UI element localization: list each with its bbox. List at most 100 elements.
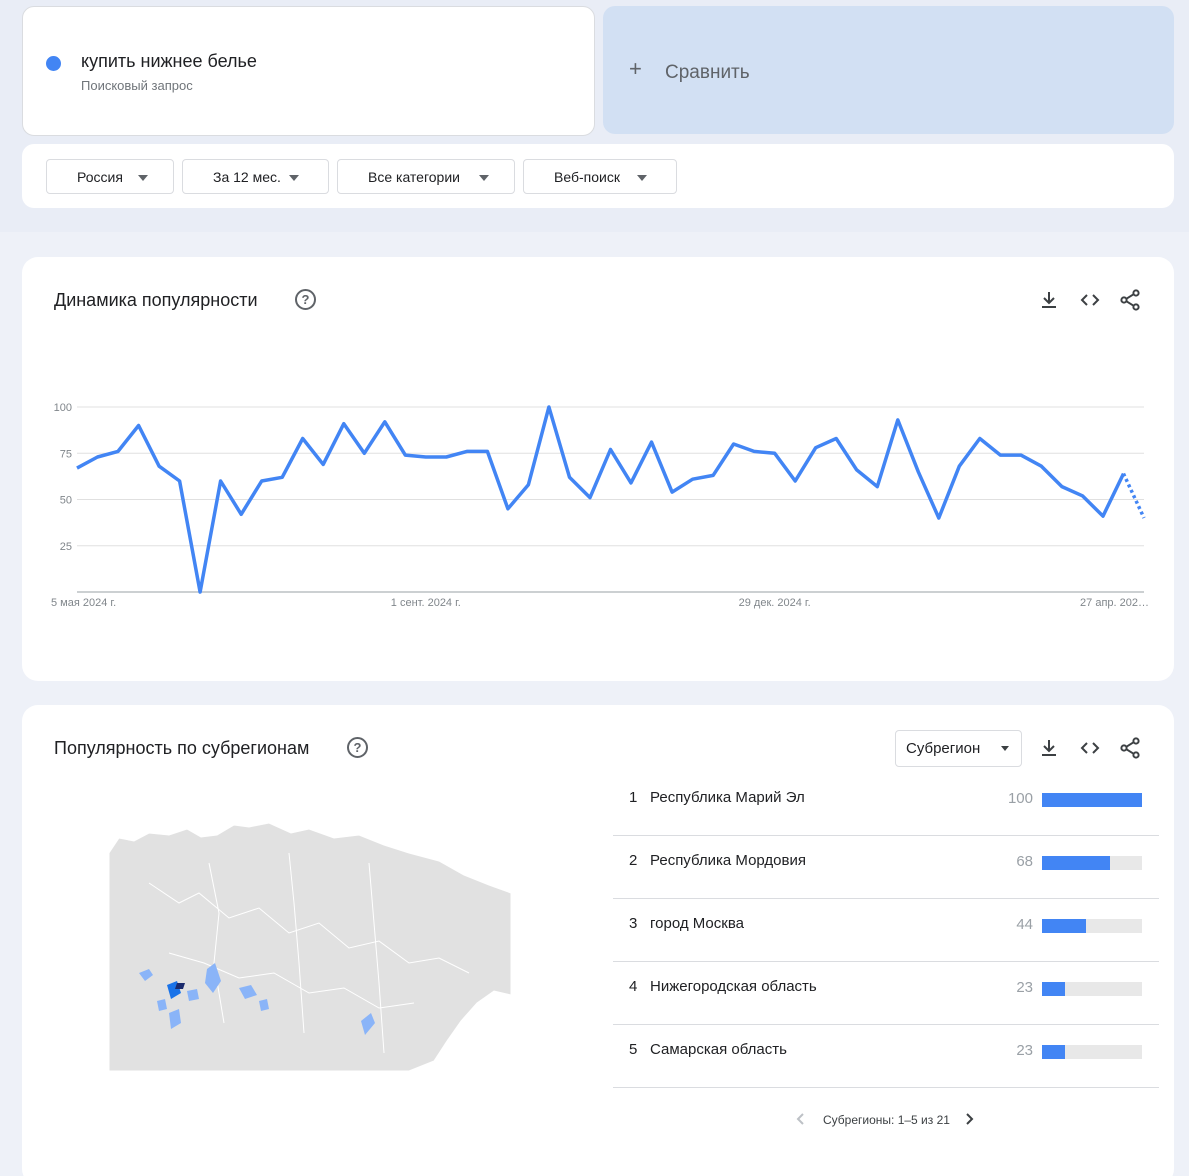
chevron-left-icon[interactable] [794, 1111, 808, 1127]
filter-category[interactable]: Все категории [337, 159, 515, 194]
search-term-type: Поисковый запрос [81, 78, 193, 93]
subregion-name: Самарская область [650, 1041, 787, 1058]
data-point[interactable] [752, 449, 756, 453]
data-point[interactable] [383, 420, 387, 424]
data-point[interactable] [772, 451, 776, 455]
data-point[interactable] [547, 405, 551, 409]
subregion-name: Республика Марий Эл [650, 789, 805, 806]
data-point[interactable] [198, 590, 202, 594]
subregion-dropdown-label: Субрегион [906, 740, 981, 757]
data-point[interactable] [649, 440, 653, 444]
data-point[interactable] [875, 484, 879, 488]
data-point[interactable] [362, 451, 366, 455]
subregion-map[interactable] [109, 823, 511, 1071]
filter-search-type[interactable]: Веб-поиск [523, 159, 677, 194]
data-point[interactable] [1019, 453, 1023, 457]
data-point[interactable] [937, 516, 941, 520]
data-point[interactable] [834, 436, 838, 440]
data-point[interactable] [321, 462, 325, 466]
help-icon[interactable]: ? [347, 737, 368, 758]
data-point[interactable] [957, 464, 961, 468]
data-point[interactable] [177, 479, 181, 483]
map-region [187, 989, 199, 1001]
data-point[interactable] [896, 418, 900, 422]
y-tick-label: 100 [54, 402, 72, 414]
subregion-bar-track [1042, 856, 1142, 870]
caret-down-icon [637, 175, 647, 181]
data-point[interactable] [485, 449, 489, 453]
y-tick-label: 25 [60, 541, 72, 553]
data-point[interactable] [444, 455, 448, 459]
data-point[interactable] [95, 455, 99, 459]
search-term-card[interactable]: купить нижнее белье Поисковый запрос [22, 6, 595, 136]
y-tick-label: 50 [60, 495, 72, 507]
caret-down-icon [138, 175, 148, 181]
data-point[interactable] [629, 481, 633, 485]
subregion-bar [1042, 919, 1086, 933]
data-point[interactable] [813, 446, 817, 450]
embed-icon[interactable] [1078, 736, 1102, 760]
subregion-bar [1042, 982, 1065, 996]
data-point[interactable] [588, 495, 592, 499]
subregion-row[interactable]: 3 город Москва 44 [613, 899, 1159, 962]
y-tick-label: 75 [60, 448, 72, 460]
subregion-row[interactable]: 4 Нижегородская область 23 [613, 962, 1159, 1025]
data-point[interactable] [1121, 471, 1125, 475]
x-tick-label: 5 мая 2024 г. [51, 597, 116, 609]
filter-region-label: Россия [77, 169, 123, 185]
subregion-row[interactable]: 2 Республика Мордовия 68 [613, 836, 1159, 899]
data-point[interactable] [259, 479, 263, 483]
filter-search-type-label: Веб-поиск [554, 169, 620, 185]
data-point[interactable] [342, 421, 346, 425]
compare-button[interactable]: + Сравнить [603, 6, 1174, 134]
data-point[interactable] [670, 490, 674, 494]
data-point[interactable] [218, 479, 222, 483]
subregion-value: 100 [1007, 790, 1033, 807]
subregion-dropdown[interactable]: Субрегион [895, 730, 1022, 767]
data-point[interactable] [1060, 484, 1064, 488]
data-point[interactable] [1039, 464, 1043, 468]
data-point[interactable] [157, 464, 161, 468]
subregion-row[interactable]: 5 Самарская область 23 [613, 1025, 1159, 1088]
data-point[interactable] [1080, 494, 1084, 498]
subregion-name: Республика Мордовия [650, 852, 806, 869]
data-point[interactable] [506, 507, 510, 511]
filter-period[interactable]: За 12 мес. [182, 159, 329, 194]
subregion-rank: 4 [629, 978, 638, 995]
data-point[interactable] [280, 475, 284, 479]
data-point[interactable] [526, 483, 530, 487]
data-point[interactable] [424, 455, 428, 459]
data-point[interactable] [608, 447, 612, 451]
compare-label: Сравнить [665, 62, 750, 83]
chevron-right-icon[interactable] [962, 1111, 976, 1127]
filter-region[interactable]: Россия [46, 159, 174, 194]
data-point[interactable] [690, 477, 694, 481]
data-point[interactable] [567, 475, 571, 479]
data-point[interactable] [916, 470, 920, 474]
data-point[interactable] [1101, 514, 1105, 518]
data-point[interactable] [1142, 516, 1146, 520]
data-point[interactable] [998, 453, 1002, 457]
share-icon[interactable] [1118, 736, 1142, 760]
search-term-title[interactable]: купить нижнее белье [81, 51, 257, 72]
download-icon[interactable] [1037, 736, 1061, 760]
subregion-row[interactable]: 1 Республика Марий Эл 100 [613, 773, 1159, 836]
data-point[interactable] [75, 466, 79, 470]
data-point[interactable] [239, 512, 243, 516]
series-line-partial [1121, 472, 1146, 519]
data-point[interactable] [978, 436, 982, 440]
subregion-bar [1042, 793, 1142, 807]
data-point[interactable] [855, 468, 859, 472]
data-point[interactable] [731, 442, 735, 446]
data-point[interactable] [793, 479, 797, 483]
subregion-rank: 5 [629, 1041, 638, 1058]
data-point[interactable] [136, 423, 140, 427]
subregion-bar [1042, 856, 1110, 870]
data-point[interactable] [465, 449, 469, 453]
data-point[interactable] [711, 473, 715, 477]
subregion-name: Нижегородская область [650, 978, 817, 995]
data-point[interactable] [301, 436, 305, 440]
data-point[interactable] [116, 449, 120, 453]
term-color-dot [46, 56, 61, 71]
data-point[interactable] [403, 453, 407, 457]
